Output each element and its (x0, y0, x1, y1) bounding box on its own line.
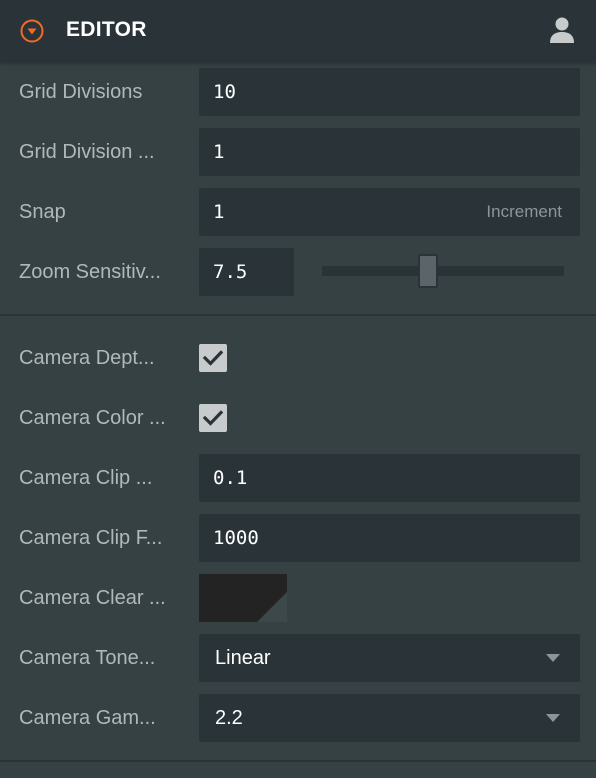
grid-divisions-label: Grid Divisions (19, 81, 143, 103)
section-divider (0, 760, 596, 762)
checkmark-icon (202, 350, 224, 366)
checkmark-icon (202, 410, 224, 426)
camera-tonemapping-value: Linear (215, 647, 271, 669)
camera-clip-near-input[interactable]: 0.1 (199, 454, 580, 502)
editor-panel-header[interactable]: EDITOR (0, 0, 596, 62)
section-divider (0, 314, 596, 316)
camera-depth-checkbox[interactable] (199, 344, 227, 372)
camera-color-checkbox[interactable] (199, 404, 227, 432)
camera-gamma-select[interactable]: 2.2 (199, 694, 580, 742)
grid-divisions-value: 10 (213, 81, 236, 103)
zoom-sensitivity-slider-track[interactable] (322, 266, 564, 276)
camera-gamma-label: Camera Gam... (19, 707, 156, 729)
camera-tonemapping-label: Camera Tone... (19, 647, 156, 669)
camera-clip-far-label: Camera Clip F... (19, 527, 163, 549)
snap-label: Snap (19, 201, 66, 223)
camera-clip-far-input[interactable]: 1000 (199, 514, 580, 562)
camera-clear-color-label: Camera Clear ... (19, 587, 166, 609)
grid-division-size-value: 1 (213, 141, 225, 163)
zoom-sensitivity-value: 7.5 (213, 261, 248, 283)
dropdown-caret-icon (546, 714, 560, 722)
grid-division-size-label: Grid Division ... (19, 141, 155, 163)
color-swatch-corner-icon (257, 592, 287, 622)
camera-depth-label: Camera Dept... (19, 347, 155, 369)
camera-tonemapping-select[interactable]: Linear (199, 634, 580, 682)
camera-clear-color-swatch[interactable] (199, 574, 287, 622)
camera-clip-far-value: 1000 (213, 527, 259, 549)
camera-color-label: Camera Color ... (19, 407, 166, 429)
zoom-sensitivity-label: Zoom Sensitiv... (19, 261, 161, 283)
camera-clip-near-label: Camera Clip ... (19, 467, 153, 489)
camera-clip-near-value: 0.1 (213, 467, 248, 489)
dropdown-caret-icon (546, 654, 560, 662)
camera-gamma-value: 2.2 (215, 707, 243, 729)
grid-divisions-input[interactable]: 10 (199, 68, 580, 116)
zoom-sensitivity-slider-handle[interactable] (418, 254, 438, 288)
snap-value: 1 (213, 201, 225, 223)
panel-title: EDITOR (66, 18, 147, 41)
zoom-sensitivity-input[interactable]: 7.5 (199, 248, 294, 296)
snap-input[interactable]: 1 Increment (199, 188, 580, 236)
snap-suffix: Increment (486, 202, 562, 221)
collapse-arrow-icon[interactable] (20, 19, 44, 43)
user-icon[interactable] (549, 16, 575, 44)
grid-division-size-input[interactable]: 1 (199, 128, 580, 176)
